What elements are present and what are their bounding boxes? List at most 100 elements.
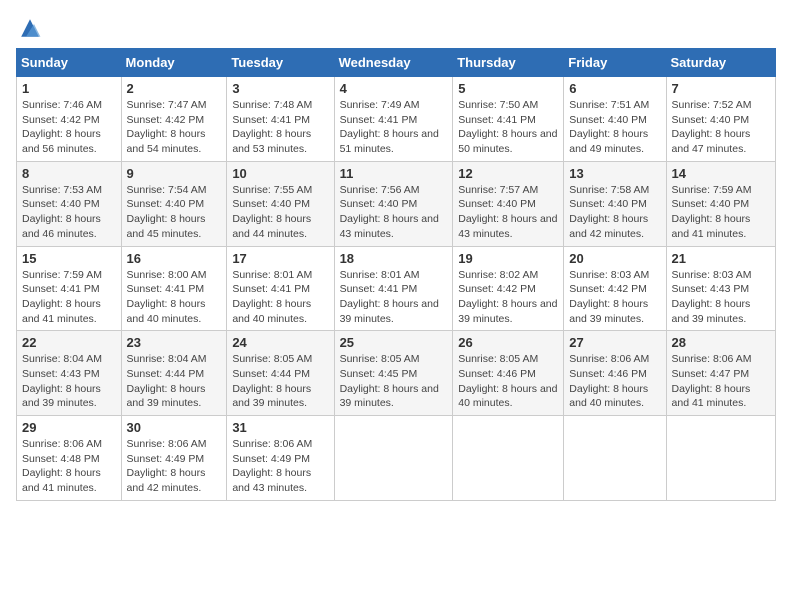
calendar-cell: 18 Sunrise: 8:01 AMSunset: 4:41 PMDaylig…	[334, 246, 453, 331]
calendar-cell: 11 Sunrise: 7:56 AMSunset: 4:40 PMDaylig…	[334, 161, 453, 246]
day-number: 20	[569, 251, 660, 266]
day-number: 24	[232, 335, 328, 350]
day-info: Sunrise: 8:05 AMSunset: 4:46 PMDaylight:…	[458, 353, 557, 409]
day-number: 8	[22, 166, 116, 181]
day-number: 16	[127, 251, 222, 266]
day-info: Sunrise: 7:50 AMSunset: 4:41 PMDaylight:…	[458, 99, 557, 155]
day-info: Sunrise: 7:59 AMSunset: 4:41 PMDaylight:…	[22, 269, 102, 325]
weekday-header: Friday	[564, 49, 666, 77]
calendar-cell: 26 Sunrise: 8:05 AMSunset: 4:46 PMDaylig…	[453, 331, 564, 416]
day-number: 30	[127, 420, 222, 435]
calendar-cell: 5 Sunrise: 7:50 AMSunset: 4:41 PMDayligh…	[453, 77, 564, 162]
day-info: Sunrise: 8:01 AMSunset: 4:41 PMDaylight:…	[232, 269, 312, 325]
day-info: Sunrise: 7:54 AMSunset: 4:40 PMDaylight:…	[127, 184, 207, 240]
calendar-cell: 23 Sunrise: 8:04 AMSunset: 4:44 PMDaylig…	[121, 331, 227, 416]
calendar-cell: 14 Sunrise: 7:59 AMSunset: 4:40 PMDaylig…	[666, 161, 775, 246]
calendar-cell: 9 Sunrise: 7:54 AMSunset: 4:40 PMDayligh…	[121, 161, 227, 246]
day-number: 29	[22, 420, 116, 435]
day-number: 3	[232, 81, 328, 96]
calendar-cell: 21 Sunrise: 8:03 AMSunset: 4:43 PMDaylig…	[666, 246, 775, 331]
day-info: Sunrise: 7:46 AMSunset: 4:42 PMDaylight:…	[22, 99, 102, 155]
calendar-cell: 17 Sunrise: 8:01 AMSunset: 4:41 PMDaylig…	[227, 246, 334, 331]
day-number: 22	[22, 335, 116, 350]
day-number: 13	[569, 166, 660, 181]
calendar-cell: 22 Sunrise: 8:04 AMSunset: 4:43 PMDaylig…	[17, 331, 122, 416]
weekday-header: Thursday	[453, 49, 564, 77]
day-number: 15	[22, 251, 116, 266]
calendar-cell: 25 Sunrise: 8:05 AMSunset: 4:45 PMDaylig…	[334, 331, 453, 416]
calendar-cell: 19 Sunrise: 8:02 AMSunset: 4:42 PMDaylig…	[453, 246, 564, 331]
day-info: Sunrise: 8:02 AMSunset: 4:42 PMDaylight:…	[458, 269, 557, 325]
day-number: 18	[340, 251, 448, 266]
calendar-cell: 1 Sunrise: 7:46 AMSunset: 4:42 PMDayligh…	[17, 77, 122, 162]
day-info: Sunrise: 8:04 AMSunset: 4:44 PMDaylight:…	[127, 353, 207, 409]
logo-icon	[18, 16, 42, 40]
calendar-cell: 24 Sunrise: 8:05 AMSunset: 4:44 PMDaylig…	[227, 331, 334, 416]
day-info: Sunrise: 7:57 AMSunset: 4:40 PMDaylight:…	[458, 184, 557, 240]
day-info: Sunrise: 7:58 AMSunset: 4:40 PMDaylight:…	[569, 184, 649, 240]
calendar-week-row: 15 Sunrise: 7:59 AMSunset: 4:41 PMDaylig…	[17, 246, 776, 331]
calendar-cell: 29 Sunrise: 8:06 AMSunset: 4:48 PMDaylig…	[17, 416, 122, 501]
calendar-cell: 3 Sunrise: 7:48 AMSunset: 4:41 PMDayligh…	[227, 77, 334, 162]
day-number: 10	[232, 166, 328, 181]
calendar-cell	[334, 416, 453, 501]
weekday-header: Tuesday	[227, 49, 334, 77]
calendar-cell: 15 Sunrise: 7:59 AMSunset: 4:41 PMDaylig…	[17, 246, 122, 331]
day-info: Sunrise: 7:59 AMSunset: 4:40 PMDaylight:…	[672, 184, 752, 240]
day-number: 12	[458, 166, 558, 181]
calendar-cell: 6 Sunrise: 7:51 AMSunset: 4:40 PMDayligh…	[564, 77, 666, 162]
day-info: Sunrise: 7:48 AMSunset: 4:41 PMDaylight:…	[232, 99, 312, 155]
day-info: Sunrise: 7:49 AMSunset: 4:41 PMDaylight:…	[340, 99, 439, 155]
calendar-cell	[666, 416, 775, 501]
day-info: Sunrise: 8:05 AMSunset: 4:45 PMDaylight:…	[340, 353, 439, 409]
day-number: 27	[569, 335, 660, 350]
day-info: Sunrise: 8:05 AMSunset: 4:44 PMDaylight:…	[232, 353, 312, 409]
day-info: Sunrise: 8:00 AMSunset: 4:41 PMDaylight:…	[127, 269, 207, 325]
day-info: Sunrise: 8:04 AMSunset: 4:43 PMDaylight:…	[22, 353, 102, 409]
day-number: 11	[340, 166, 448, 181]
day-number: 26	[458, 335, 558, 350]
calendar-cell: 12 Sunrise: 7:57 AMSunset: 4:40 PMDaylig…	[453, 161, 564, 246]
day-number: 2	[127, 81, 222, 96]
calendar-cell	[564, 416, 666, 501]
day-number: 4	[340, 81, 448, 96]
weekday-header: Sunday	[17, 49, 122, 77]
day-info: Sunrise: 7:51 AMSunset: 4:40 PMDaylight:…	[569, 99, 649, 155]
calendar-week-row: 8 Sunrise: 7:53 AMSunset: 4:40 PMDayligh…	[17, 161, 776, 246]
calendar-cell: 13 Sunrise: 7:58 AMSunset: 4:40 PMDaylig…	[564, 161, 666, 246]
weekday-header: Monday	[121, 49, 227, 77]
day-info: Sunrise: 8:03 AMSunset: 4:43 PMDaylight:…	[672, 269, 752, 325]
day-number: 9	[127, 166, 222, 181]
day-number: 28	[672, 335, 770, 350]
day-info: Sunrise: 8:06 AMSunset: 4:49 PMDaylight:…	[232, 438, 312, 494]
calendar-cell: 2 Sunrise: 7:47 AMSunset: 4:42 PMDayligh…	[121, 77, 227, 162]
day-info: Sunrise: 7:47 AMSunset: 4:42 PMDaylight:…	[127, 99, 207, 155]
day-number: 25	[340, 335, 448, 350]
day-info: Sunrise: 7:52 AMSunset: 4:40 PMDaylight:…	[672, 99, 752, 155]
calendar-cell: 28 Sunrise: 8:06 AMSunset: 4:47 PMDaylig…	[666, 331, 775, 416]
day-info: Sunrise: 7:55 AMSunset: 4:40 PMDaylight:…	[232, 184, 312, 240]
calendar-cell: 7 Sunrise: 7:52 AMSunset: 4:40 PMDayligh…	[666, 77, 775, 162]
day-number: 6	[569, 81, 660, 96]
day-number: 5	[458, 81, 558, 96]
day-info: Sunrise: 8:06 AMSunset: 4:48 PMDaylight:…	[22, 438, 102, 494]
logo	[16, 16, 42, 40]
calendar-week-row: 1 Sunrise: 7:46 AMSunset: 4:42 PMDayligh…	[17, 77, 776, 162]
day-info: Sunrise: 8:03 AMSunset: 4:42 PMDaylight:…	[569, 269, 649, 325]
day-info: Sunrise: 7:56 AMSunset: 4:40 PMDaylight:…	[340, 184, 439, 240]
day-info: Sunrise: 7:53 AMSunset: 4:40 PMDaylight:…	[22, 184, 102, 240]
calendar-cell: 27 Sunrise: 8:06 AMSunset: 4:46 PMDaylig…	[564, 331, 666, 416]
calendar-cell: 16 Sunrise: 8:00 AMSunset: 4:41 PMDaylig…	[121, 246, 227, 331]
calendar-table: SundayMondayTuesdayWednesdayThursdayFrid…	[16, 48, 776, 501]
day-info: Sunrise: 8:01 AMSunset: 4:41 PMDaylight:…	[340, 269, 439, 325]
day-number: 23	[127, 335, 222, 350]
weekday-header: Wednesday	[334, 49, 453, 77]
calendar-cell: 4 Sunrise: 7:49 AMSunset: 4:41 PMDayligh…	[334, 77, 453, 162]
calendar-week-row: 29 Sunrise: 8:06 AMSunset: 4:48 PMDaylig…	[17, 416, 776, 501]
calendar-cell: 10 Sunrise: 7:55 AMSunset: 4:40 PMDaylig…	[227, 161, 334, 246]
page-header	[16, 16, 776, 40]
calendar-cell	[453, 416, 564, 501]
calendar-cell: 30 Sunrise: 8:06 AMSunset: 4:49 PMDaylig…	[121, 416, 227, 501]
calendar-cell: 20 Sunrise: 8:03 AMSunset: 4:42 PMDaylig…	[564, 246, 666, 331]
day-number: 7	[672, 81, 770, 96]
